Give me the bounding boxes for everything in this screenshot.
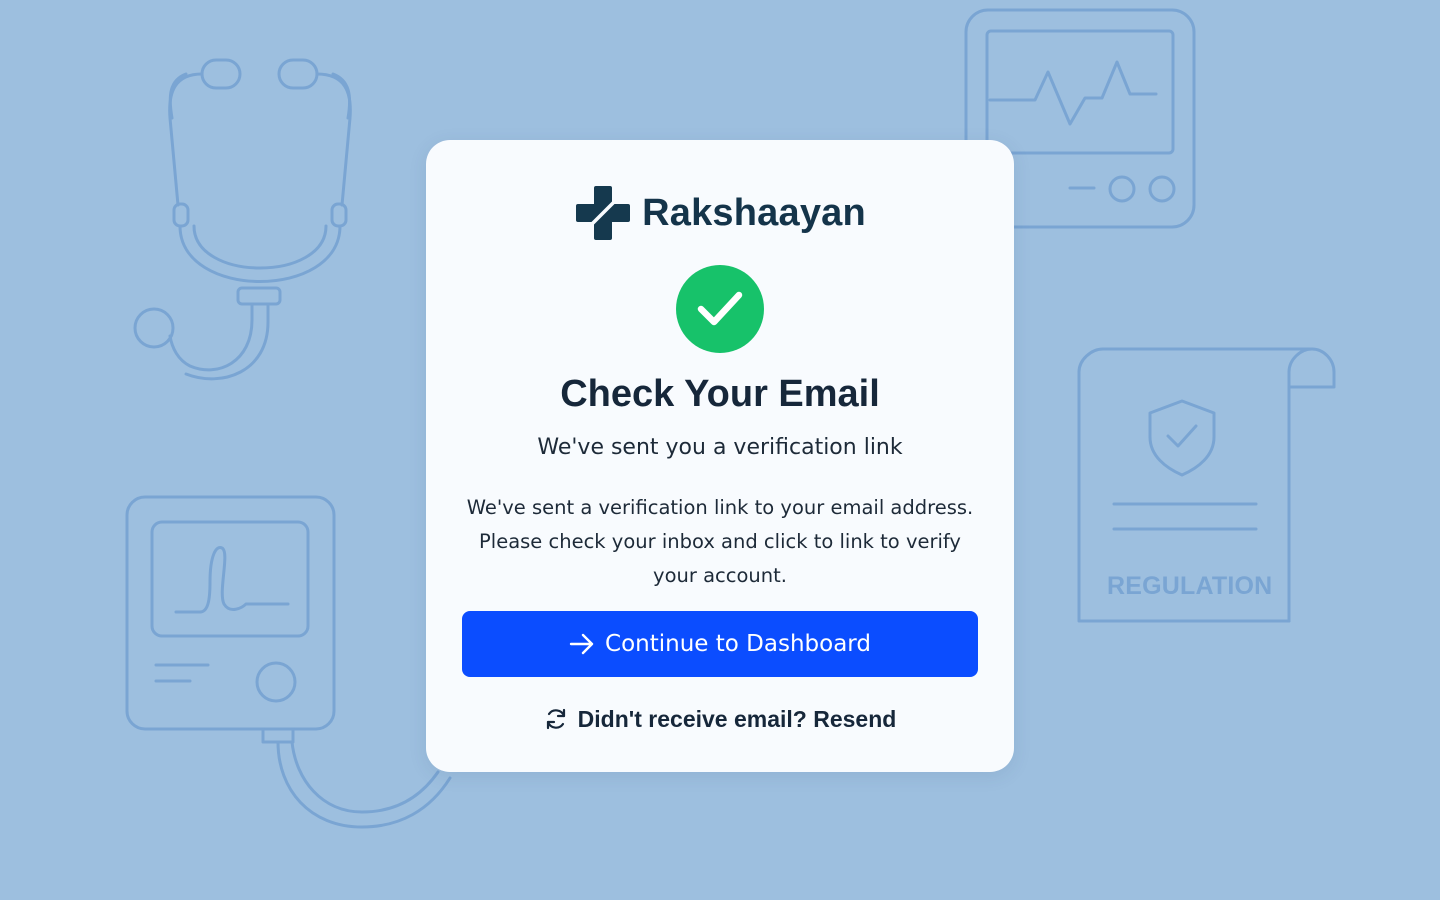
- check-circle-icon: [676, 265, 764, 353]
- checkmark-icon: [697, 291, 743, 326]
- message-line: your account.: [653, 564, 787, 587]
- page-subtitle: We've sent you a verification link: [537, 435, 903, 460]
- refresh-icon: [546, 708, 565, 730]
- resend-email-link[interactable]: Didn't receive email? Resend: [426, 702, 1014, 736]
- stethoscope-icon: [133, 58, 352, 381]
- resend-label: Didn't receive email? Resend: [577, 705, 897, 732]
- message-line: Please check your inbox and click to lin…: [479, 530, 961, 553]
- medical-cross-icon: [576, 186, 631, 240]
- message-line: We've sent a verification link to your e…: [466, 496, 974, 519]
- regulation-label: REGULATION: [1107, 572, 1273, 600]
- brand: Rakshaayan: [426, 183, 1014, 243]
- ecg-device-icon: [125, 495, 452, 829]
- arrow-right-icon: [569, 633, 594, 655]
- verification-message: We've sent a verification link to your e…: [466, 491, 974, 593]
- page-title: Check Your Email: [560, 373, 880, 415]
- brand-name: Rakshaayan: [642, 191, 866, 234]
- continue-button-label: Continue to Dashboard: [605, 631, 871, 657]
- verification-card: Rakshaayan Check Your Email We've sent y…: [426, 140, 1014, 772]
- continue-to-dashboard-button[interactable]: Continue to Dashboard: [462, 611, 978, 677]
